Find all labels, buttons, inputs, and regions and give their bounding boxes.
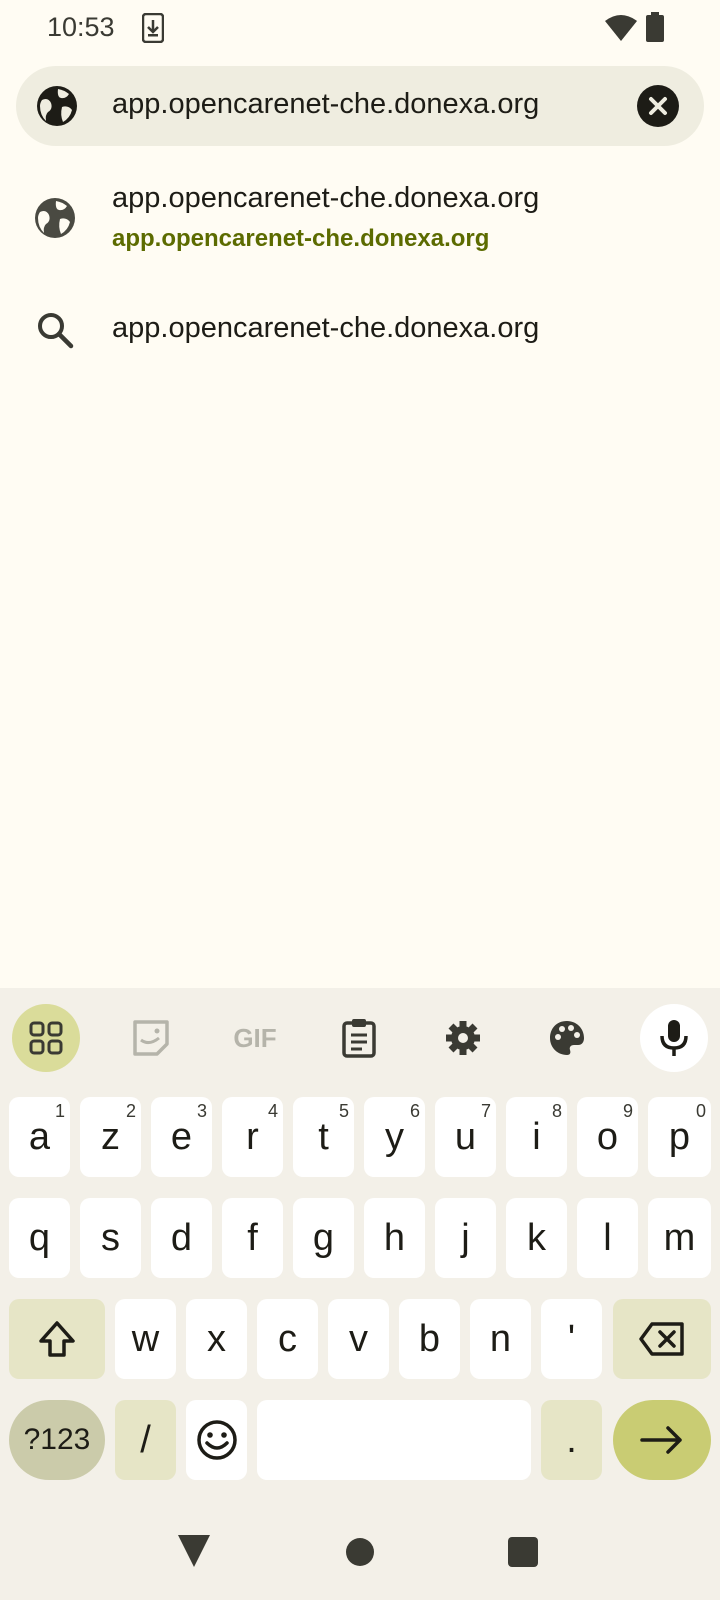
apps-grid-icon[interactable] [12,1004,80,1072]
battery-icon [646,12,664,42]
key-m[interactable]: m [648,1198,711,1278]
key-s[interactable]: s [80,1198,141,1278]
key-x[interactable]: x [186,1299,247,1379]
omnibox[interactable]: app.opencarenet-che.donexa.org [16,66,704,146]
key-apostrophe[interactable]: ' [541,1299,602,1379]
url-input[interactable]: app.opencarenet-che.donexa.org [112,88,539,121]
shift-icon [39,1321,75,1357]
emoji-icon [196,1420,237,1460]
gif-label: GIF [233,1022,277,1053]
recents-icon[interactable] [508,1537,538,1567]
wifi-icon [605,15,637,41]
suggestion-url: app.opencarenet-che.donexa.org [112,225,490,252]
settings-icon[interactable] [429,1004,497,1072]
status-bar: 10:53 [0,0,720,56]
mic-icon[interactable] [640,1004,708,1072]
key-e[interactable]: e3 [151,1097,212,1177]
key-d[interactable]: d [151,1198,212,1278]
back-icon[interactable] [177,1534,211,1568]
key-w[interactable]: w [115,1299,176,1379]
key-f[interactable]: f [222,1198,283,1278]
arrow-right-icon [640,1426,682,1454]
key-v[interactable]: v [328,1299,389,1379]
suggestion-title: app.opencarenet-che.donexa.org [112,182,540,214]
key-b[interactable]: b [399,1299,460,1379]
key-z[interactable]: z2 [80,1097,141,1177]
key-c[interactable]: c [257,1299,318,1379]
slash-key[interactable]: / [115,1400,176,1480]
suggestion-title: app.opencarenet-che.donexa.org [112,312,540,344]
key-j[interactable]: j [435,1198,496,1278]
sticker-icon[interactable] [117,1004,185,1072]
backspace-key[interactable] [613,1299,711,1379]
key-t[interactable]: t5 [293,1097,354,1177]
gif-icon[interactable]: GIF [221,1004,289,1072]
status-time: 10:53 [47,12,115,42]
palette-icon[interactable] [533,1004,601,1072]
home-icon[interactable] [346,1538,374,1566]
shift-key[interactable] [9,1299,105,1379]
key-h[interactable]: h [364,1198,425,1278]
suggestion-item[interactable]: app.opencarenet-che.donexa.org app.openc… [0,160,720,272]
search-icon [38,313,74,349]
key-n[interactable]: n [470,1299,531,1379]
globe-icon [37,86,77,126]
period-key[interactable]: . [541,1400,602,1480]
download-icon [142,13,164,43]
key-u[interactable]: u7 [435,1097,496,1177]
key-i[interactable]: i8 [506,1097,567,1177]
symbols-key[interactable]: ?123 [9,1400,105,1480]
key-a[interactable]: a1 [9,1097,70,1177]
key-o[interactable]: o9 [577,1097,638,1177]
globe-icon [35,198,75,238]
enter-key[interactable] [613,1400,711,1480]
backspace-icon [639,1322,684,1356]
keyboard: GIF a1 z2 e 3 r 4 t 5 y 6 u 7 i 8 o 9 p … [0,988,720,1600]
key-g[interactable]: g [293,1198,354,1278]
suggestion-item[interactable]: app.opencarenet-che.donexa.org [0,290,720,370]
key-q[interactable]: q [9,1198,70,1278]
key-p[interactable]: p0 [648,1097,711,1177]
space-key[interactable] [257,1400,531,1480]
close-icon[interactable] [637,85,679,127]
key-y[interactable]: y6 [364,1097,425,1177]
key-l[interactable]: l [577,1198,638,1278]
clipboard-icon[interactable] [325,1004,393,1072]
key-r[interactable]: r4 [222,1097,283,1177]
key-k[interactable]: k [506,1198,567,1278]
emoji-key[interactable] [186,1400,247,1480]
